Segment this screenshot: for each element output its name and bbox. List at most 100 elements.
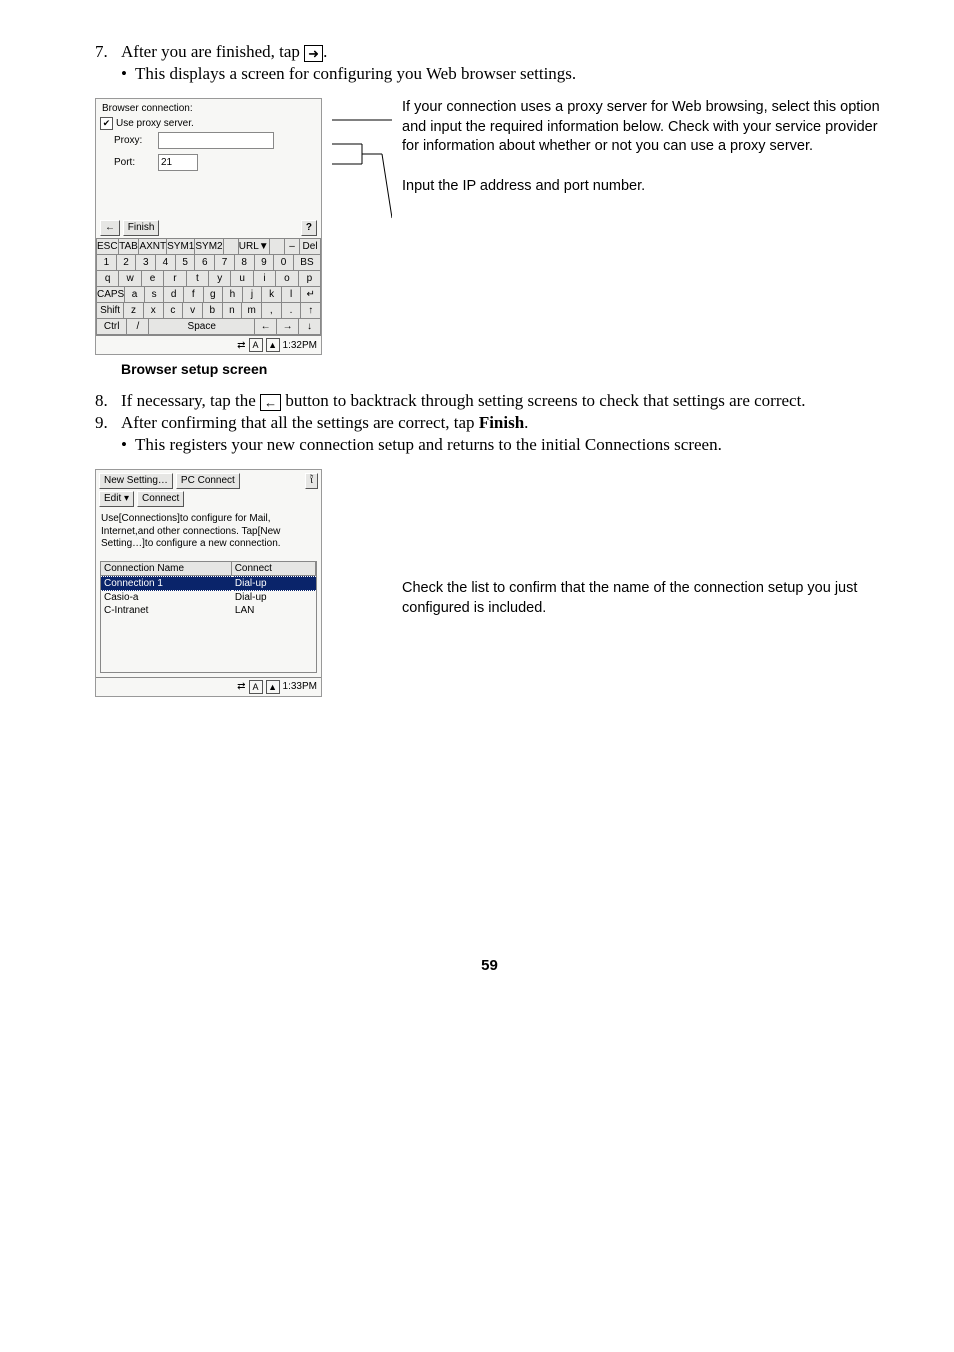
pc-connect-button[interactable]: PC Connect (176, 473, 240, 489)
clock: 1:32PM (283, 340, 317, 351)
proxy-input[interactable] (158, 132, 274, 149)
key-o[interactable]: o (276, 271, 298, 287)
key-–[interactable]: – (285, 239, 300, 255)
key-s[interactable]: s (145, 287, 165, 303)
key-CAPS[interactable]: CAPS (96, 287, 125, 303)
finish-button[interactable]: Finish (123, 220, 160, 236)
use-proxy-checkbox[interactable]: ✔ (100, 117, 113, 130)
key-Shift[interactable]: Shift (96, 303, 124, 319)
key-SYM2[interactable]: SYM2 (195, 239, 223, 255)
key-t[interactable]: t (187, 271, 209, 287)
key-q[interactable]: q (96, 271, 119, 287)
key-c[interactable]: c (164, 303, 184, 319)
onscreen-keyboard[interactable]: ESCTABAXNTSYM1SYM2URL▼–Del 1234567890BS … (96, 238, 321, 335)
key-ESC[interactable]: ESC (96, 239, 119, 255)
key-7[interactable]: 7 (215, 255, 235, 271)
key-u[interactable]: u (231, 271, 253, 287)
key-i[interactable]: i (254, 271, 276, 287)
col-connect: Connect (232, 562, 316, 576)
key-a[interactable]: a (125, 287, 145, 303)
key-8[interactable]: 8 (235, 255, 255, 271)
key-→[interactable]: → (277, 319, 299, 335)
key-TAB[interactable]: TAB (119, 239, 140, 255)
key-3[interactable]: 3 (136, 255, 156, 271)
key-m[interactable]: m (242, 303, 262, 319)
key-2[interactable]: 2 (117, 255, 137, 271)
edit-menu[interactable]: Edit ▾ (99, 491, 134, 507)
use-proxy-label: Use proxy server. (116, 118, 194, 129)
key-SYM1[interactable]: SYM1 (167, 239, 195, 255)
new-setting-button[interactable]: New Setting… (99, 473, 173, 489)
key-BS[interactable]: BS (294, 255, 321, 271)
connections-list[interactable]: Connection NameConnect Connection 1Dial-… (100, 561, 317, 673)
key-AXNT[interactable]: AXNT (139, 239, 167, 255)
status-icon: ▲ (266, 338, 280, 352)
back-button[interactable]: ← (100, 220, 120, 236)
key-,[interactable]: , (262, 303, 282, 319)
step-number: 9. (95, 413, 121, 433)
key-6[interactable]: 6 (195, 255, 215, 271)
key-5[interactable]: 5 (176, 255, 196, 271)
key-e[interactable]: e (142, 271, 164, 287)
key-x[interactable]: x (144, 303, 164, 319)
key-↓[interactable]: ↓ (299, 319, 321, 335)
connect-button[interactable]: Connect (137, 491, 184, 507)
key-4[interactable]: 4 (156, 255, 176, 271)
clock: 1:33PM (283, 681, 317, 692)
key-z[interactable]: z (124, 303, 144, 319)
step9-text: After confirming that all the settings a… (121, 413, 884, 433)
key-9[interactable]: 9 (255, 255, 275, 271)
list-item[interactable]: Casio-aDial-up (101, 591, 316, 604)
key-l[interactable]: l (282, 287, 302, 303)
key-f[interactable]: f (184, 287, 204, 303)
key-h[interactable]: h (223, 287, 243, 303)
key-/[interactable]: / (127, 319, 149, 335)
key-↑[interactable]: ↑ (301, 303, 321, 319)
key-b[interactable]: b (203, 303, 223, 319)
list-item[interactable]: C-IntranetLAN (101, 604, 316, 617)
list-item[interactable]: Connection 1Dial-up (101, 576, 316, 591)
key-d[interactable]: d (164, 287, 184, 303)
key-←[interactable]: ← (255, 319, 277, 335)
key-g[interactable]: g (204, 287, 224, 303)
help-icon[interactable]: ῗ (305, 473, 318, 489)
key-n[interactable]: n (223, 303, 243, 319)
key-k[interactable]: k (262, 287, 282, 303)
key-Ctrl[interactable]: Ctrl (96, 319, 127, 335)
col-connection-name: Connection Name (101, 562, 232, 576)
key-↵[interactable]: ↵ (301, 287, 321, 303)
key-Del[interactable]: Del (300, 239, 321, 255)
help-button[interactable]: ? (301, 220, 317, 236)
arrow-left-icon: ← (260, 394, 281, 411)
step9-bullet: This registers your new connection setup… (135, 435, 884, 455)
status-icon: ▲ (266, 680, 280, 694)
key-y[interactable]: y (209, 271, 231, 287)
browser-setup-screenshot: Browser connection: ✔Use proxy server. P… (95, 98, 322, 355)
figure-caption: Browser setup screen (121, 361, 884, 377)
arrow-right-icon: ➜ (304, 45, 323, 62)
key-blank[interactable] (270, 239, 285, 255)
status-icon: ⇄ (237, 681, 245, 692)
key-v[interactable]: v (183, 303, 203, 319)
ip-port-annotation: Input the IP address and port number. (402, 177, 884, 197)
port-label: Port: (114, 157, 158, 168)
key-.[interactable]: . (282, 303, 302, 319)
step8-text: If necessary, tap the ← button to backtr… (121, 391, 884, 411)
status-icon: ⇄ (237, 340, 245, 351)
step7-text: After you are finished, tap ➜. (121, 42, 884, 62)
status-icon: A (249, 680, 263, 694)
status-bar: ⇄ A ▲ 1:33PM (96, 677, 321, 696)
key-blank[interactable] (224, 239, 239, 255)
key-URL▼[interactable]: URL▼ (239, 239, 270, 255)
key-0[interactable]: 0 (274, 255, 294, 271)
scr1-title: Browser connection: (96, 99, 321, 116)
key-r[interactable]: r (164, 271, 186, 287)
key-j[interactable]: j (243, 287, 263, 303)
key-p[interactable]: p (299, 271, 321, 287)
port-input[interactable] (158, 154, 198, 171)
key-1[interactable]: 1 (96, 255, 117, 271)
key-w[interactable]: w (119, 271, 141, 287)
key-Space[interactable]: Space (149, 319, 255, 335)
proxy-annotation: If your connection uses a proxy server f… (402, 98, 884, 157)
info-text: Use[Connections]to configure for Mail, I… (96, 509, 321, 557)
